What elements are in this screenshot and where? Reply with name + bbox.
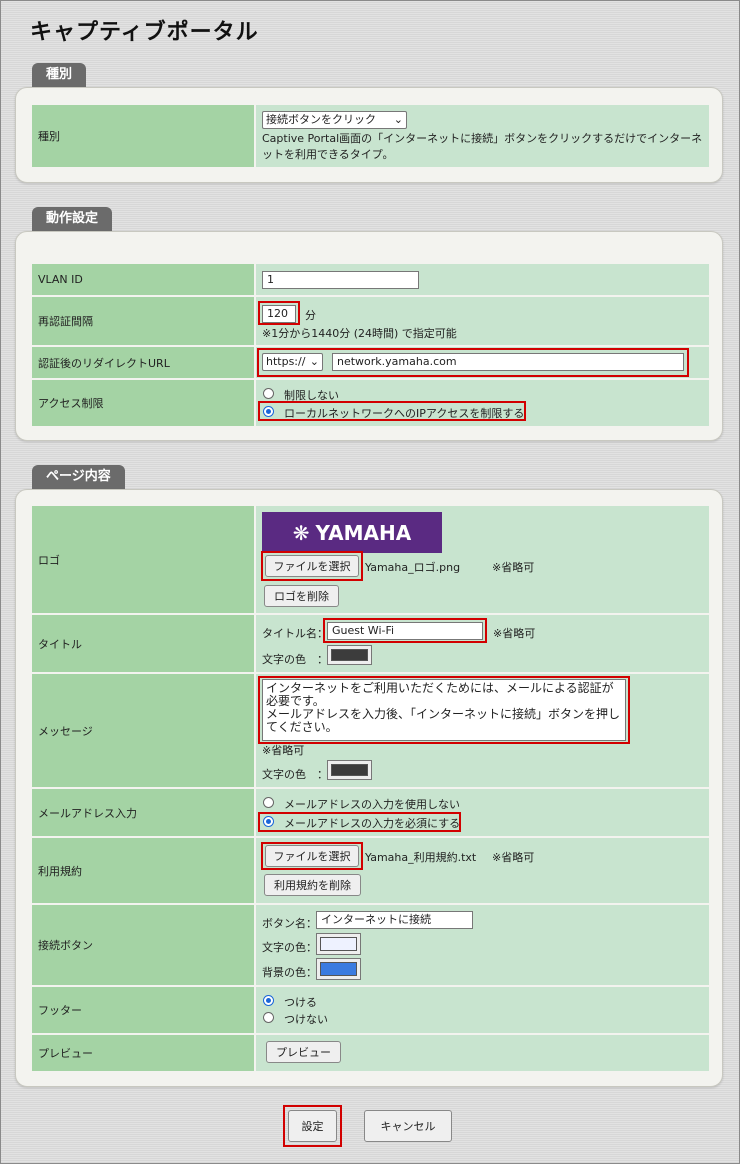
row-label: VLAN ID xyxy=(32,264,254,295)
terms-delete-button[interactable]: 利用規約を削除 xyxy=(264,874,361,896)
access-radio-none[interactable] xyxy=(263,388,274,399)
preview-button[interactable]: プレビュー xyxy=(266,1041,341,1063)
connect-text-color-picker[interactable] xyxy=(316,933,361,955)
title-color-picker[interactable] xyxy=(327,645,372,665)
scheme-select[interactable]: https:// ⌄ xyxy=(262,353,323,371)
title-color-label: 文字の色 ： xyxy=(262,653,328,666)
title-color-value xyxy=(331,649,368,661)
row-logo: ロゴ ❋ YAMAHA ファイルを選択 Yamaha_ロゴ.png ※省略可 ロ… xyxy=(32,506,709,613)
connect-text-color-label: 文字の色： xyxy=(262,941,317,954)
row-type: 種別 接続ボタンをクリック ⌄ Captive Portal画面の「インターネッ… xyxy=(32,105,709,167)
row-label: 利用規約 xyxy=(32,838,254,903)
message-color-label: 文字の色 ： xyxy=(262,768,328,781)
row-label: ロゴ xyxy=(32,506,254,613)
terms-filename: Yamaha_利用規約.txt xyxy=(365,851,477,864)
title-input[interactable]: Guest Wi-Fi xyxy=(327,622,483,640)
row-title: タイトル タイトル名： Guest Wi-Fi ※省略可 文字の色 ： xyxy=(32,615,709,672)
email-opt1-label: メールアドレスの入力を使用しない xyxy=(284,798,460,811)
panel-type: 種別 接続ボタンをクリック ⌄ Captive Portal画面の「インターネッ… xyxy=(15,87,723,183)
title-optional: ※省略可 xyxy=(493,627,536,640)
row-label: 種別 xyxy=(32,105,254,167)
logo-filename: Yamaha_ロゴ.png xyxy=(365,561,461,574)
row-reauth: 再認証間隔 120 分 ※1分から1440分 (24時間) で指定可能 xyxy=(32,297,709,345)
row-label: アクセス制限 xyxy=(32,380,254,426)
message-color-picker[interactable] xyxy=(327,760,372,780)
row-label: 再認証間隔 xyxy=(32,297,254,345)
cancel-button[interactable]: キャンセル xyxy=(364,1110,452,1142)
yamaha-logo-icon: ❋ xyxy=(292,520,310,545)
redirect-url-input[interactable]: network.yamaha.com xyxy=(332,353,684,371)
connect-bg-color-label: 背景の色： xyxy=(262,966,317,979)
row-label: プレビュー xyxy=(32,1035,254,1071)
logo-delete-button[interactable]: ロゴを削除 xyxy=(264,585,339,607)
panel-behavior: VLAN ID 1 再認証間隔 120 分 ※1分から1440分 (24時間) … xyxy=(15,231,723,441)
section-tab-content: ページ内容 xyxy=(32,465,125,489)
access-opt2-label: ローカルネットワークへのIPアクセスを制限する xyxy=(284,407,525,420)
row-email: メールアドレス入力 メールアドレスの入力を使用しない メールアドレスの入力を必須… xyxy=(32,789,709,836)
row-label: メールアドレス入力 xyxy=(32,789,254,836)
terms-optional: ※省略可 xyxy=(492,851,535,864)
message-textarea[interactable]: インターネットをご利用いただくためには、メールによる認証が必要です。 メールアド… xyxy=(262,679,626,741)
footer-radio-off[interactable] xyxy=(263,1012,274,1023)
footer-opt2-label: つけない xyxy=(284,1013,328,1026)
email-radio-disable[interactable] xyxy=(263,797,274,808)
reauth-unit: 分 xyxy=(305,309,316,322)
logo-image: ❋ YAMAHA xyxy=(262,512,442,553)
chevron-down-icon: ⌄ xyxy=(309,355,319,368)
page-title: キャプティブポータル xyxy=(30,20,259,45)
row-connect-button: 接続ボタン ボタン名： インターネットに接続 文字の色： 背景の色： xyxy=(32,905,709,985)
save-button[interactable]: 設定 xyxy=(288,1110,337,1142)
email-radio-required[interactable] xyxy=(263,816,274,827)
type-select-value: 接続ボタンをクリック xyxy=(266,113,376,126)
logo-file-button[interactable]: ファイルを選択 xyxy=(265,555,359,577)
type-select[interactable]: 接続ボタンをクリック ⌄ xyxy=(262,111,407,129)
row-vlan: VLAN ID 1 xyxy=(32,264,709,295)
connect-text-color-value xyxy=(320,937,357,951)
row-value: 接続ボタンをクリック ⌄ Captive Portal画面の「インターネットに接… xyxy=(256,105,709,167)
row-message: メッセージ インターネットをご利用いただくためには、メールによる認証が必要です。… xyxy=(32,674,709,787)
row-terms: 利用規約 ファイルを選択 Yamaha_利用規約.txt ※省略可 利用規約を削… xyxy=(32,838,709,903)
row-label: タイトル xyxy=(32,615,254,672)
reauth-input[interactable]: 120 xyxy=(262,305,296,323)
logo-text: YAMAHA xyxy=(315,520,412,545)
connect-bg-color-value xyxy=(320,962,357,976)
connect-name-label: ボタン名： xyxy=(262,917,317,930)
email-opt2-label: メールアドレスの入力を必須にする xyxy=(284,817,461,830)
row-redirect: 認証後のリダイレクトURL https:// ⌄ network.yamaha.… xyxy=(32,347,709,378)
row-access: アクセス制限 制限しない ローカルネットワークへのIPアクセスを制限する xyxy=(32,380,709,426)
reauth-note: ※1分から1440分 (24時間) で指定可能 xyxy=(262,327,457,340)
section-tab-behavior: 動作設定 xyxy=(32,207,113,231)
connect-bg-color-picker[interactable] xyxy=(316,958,361,980)
access-radio-restrict[interactable] xyxy=(263,406,274,417)
footer-opt1-label: つける xyxy=(284,996,317,1009)
scheme-select-value: https:// xyxy=(266,355,306,368)
chevron-down-icon: ⌄ xyxy=(393,113,403,126)
row-label: フッター xyxy=(32,987,254,1033)
row-label: 接続ボタン xyxy=(32,905,254,985)
message-optional: ※省略可 xyxy=(262,744,305,757)
section-tab-type: 種別 xyxy=(32,63,87,87)
title-name-label: タイトル名： xyxy=(262,627,328,640)
row-label: 認証後のリダイレクトURL xyxy=(32,347,254,378)
vlan-input[interactable]: 1 xyxy=(262,271,419,289)
terms-file-button[interactable]: ファイルを選択 xyxy=(265,845,359,867)
row-preview: プレビュー プレビュー xyxy=(32,1035,709,1071)
type-description: Captive Portal画面の「インターネットに接続」ボタンをクリックするだ… xyxy=(262,132,703,161)
row-footer: フッター つける つけない xyxy=(32,987,709,1033)
panel-content: ロゴ ❋ YAMAHA ファイルを選択 Yamaha_ロゴ.png ※省略可 ロ… xyxy=(15,489,723,1087)
connect-name-input[interactable]: インターネットに接続 xyxy=(316,911,473,929)
footer-radio-on[interactable] xyxy=(263,995,274,1006)
row-label: メッセージ xyxy=(32,674,254,787)
message-color-value xyxy=(331,764,368,776)
logo-optional: ※省略可 xyxy=(492,561,535,574)
